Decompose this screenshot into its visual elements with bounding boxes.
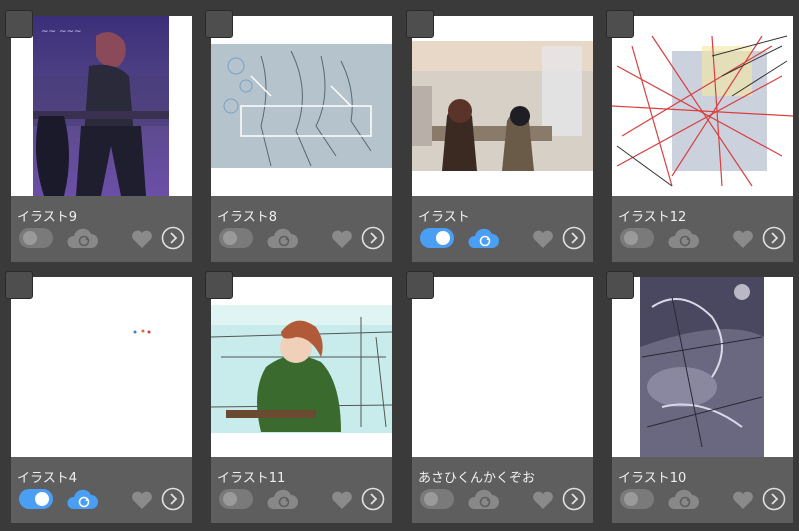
heart-icon[interactable] [330, 227, 354, 249]
cloud-sync-icon[interactable] [466, 489, 500, 511]
sync-toggle[interactable] [420, 489, 454, 509]
toggle-knob [35, 492, 49, 506]
cloud-sync-icon[interactable] [666, 228, 700, 250]
thumbnail[interactable]: ~~ ~~~ [11, 16, 192, 196]
cloud-sync-icon[interactable] [666, 489, 700, 511]
illustration-card[interactable]: イラスト4 [5, 271, 192, 523]
sync-toggle[interactable] [420, 228, 454, 248]
illustration-title: イラスト4 [17, 471, 78, 486]
illustration-title: イラスト11 [217, 471, 286, 486]
toggle-knob [23, 231, 37, 245]
heart-icon[interactable] [531, 227, 555, 249]
illustration-card[interactable]: イラスト [406, 10, 593, 262]
heart-icon[interactable] [731, 488, 755, 510]
toggle-knob [424, 492, 438, 506]
toggle-knob [624, 231, 638, 245]
thumbnail[interactable] [211, 16, 392, 196]
chevron-right-circle-icon[interactable] [562, 487, 586, 511]
select-checkbox[interactable] [606, 10, 634, 38]
select-checkbox[interactable] [205, 10, 233, 38]
heart-icon[interactable] [330, 488, 354, 510]
cloud-sync-icon[interactable] [65, 489, 99, 511]
chevron-right-circle-icon[interactable] [361, 487, 385, 511]
cloud-sync-icon[interactable] [466, 228, 500, 250]
illustration-title: イラスト12 [618, 210, 687, 225]
illustration-card[interactable]: イラスト10 [606, 271, 793, 523]
illustration-card[interactable]: あさひくんかくぞお [406, 271, 593, 523]
select-checkbox[interactable] [5, 10, 33, 38]
select-checkbox[interactable] [5, 271, 33, 299]
select-checkbox[interactable] [606, 271, 634, 299]
illustration-card[interactable]: ~~ ~~~ イラスト9 [5, 10, 192, 262]
sync-toggle[interactable] [620, 489, 654, 509]
illustration-title: イラスト [418, 210, 470, 225]
heart-icon[interactable] [731, 227, 755, 249]
toggle-knob [223, 492, 237, 506]
thumbnail[interactable] [612, 16, 793, 196]
sync-toggle[interactable] [219, 228, 253, 248]
toggle-knob [223, 231, 237, 245]
chevron-right-circle-icon[interactable] [762, 487, 786, 511]
toggle-knob [436, 231, 450, 245]
select-checkbox[interactable] [406, 271, 434, 299]
illustration-card[interactable]: イラスト8 [205, 10, 392, 262]
sync-toggle[interactable] [19, 228, 53, 248]
illustration-card[interactable]: イラスト12 [606, 10, 793, 262]
select-checkbox[interactable] [406, 10, 434, 38]
sync-toggle[interactable] [620, 228, 654, 248]
thumbnail[interactable] [412, 277, 593, 457]
select-checkbox[interactable] [205, 271, 233, 299]
illustration-title: イラスト10 [618, 471, 687, 486]
thumbnail[interactable] [412, 16, 593, 196]
sync-toggle[interactable] [219, 489, 253, 509]
chevron-right-circle-icon[interactable] [161, 487, 185, 511]
illustration-gallery: ~~ ~~~ イラスト9 イラスト8 イラスト イラスト12 イラスト4 イラス… [0, 0, 799, 531]
cloud-sync-icon[interactable] [265, 228, 299, 250]
cloud-sync-icon[interactable] [265, 489, 299, 511]
heart-icon[interactable] [130, 488, 154, 510]
thumbnail[interactable] [211, 277, 392, 457]
heart-icon[interactable] [531, 488, 555, 510]
heart-icon[interactable] [130, 227, 154, 249]
chevron-right-circle-icon[interactable] [762, 226, 786, 250]
sync-toggle[interactable] [19, 489, 53, 509]
toggle-knob [624, 492, 638, 506]
cloud-sync-icon[interactable] [65, 228, 99, 250]
illustration-title: あさひくんかくぞお [418, 471, 536, 486]
chevron-right-circle-icon[interactable] [361, 226, 385, 250]
svg-text:~~ ~~~: ~~ ~~~ [41, 27, 82, 37]
chevron-right-circle-icon[interactable] [161, 226, 185, 250]
illustration-card[interactable]: イラスト11 [205, 271, 392, 523]
illustration-title: イラスト8 [217, 210, 278, 225]
illustration-title: イラスト9 [17, 210, 78, 225]
thumbnail[interactable] [612, 277, 793, 457]
chevron-right-circle-icon[interactable] [562, 226, 586, 250]
thumbnail[interactable] [11, 277, 192, 457]
